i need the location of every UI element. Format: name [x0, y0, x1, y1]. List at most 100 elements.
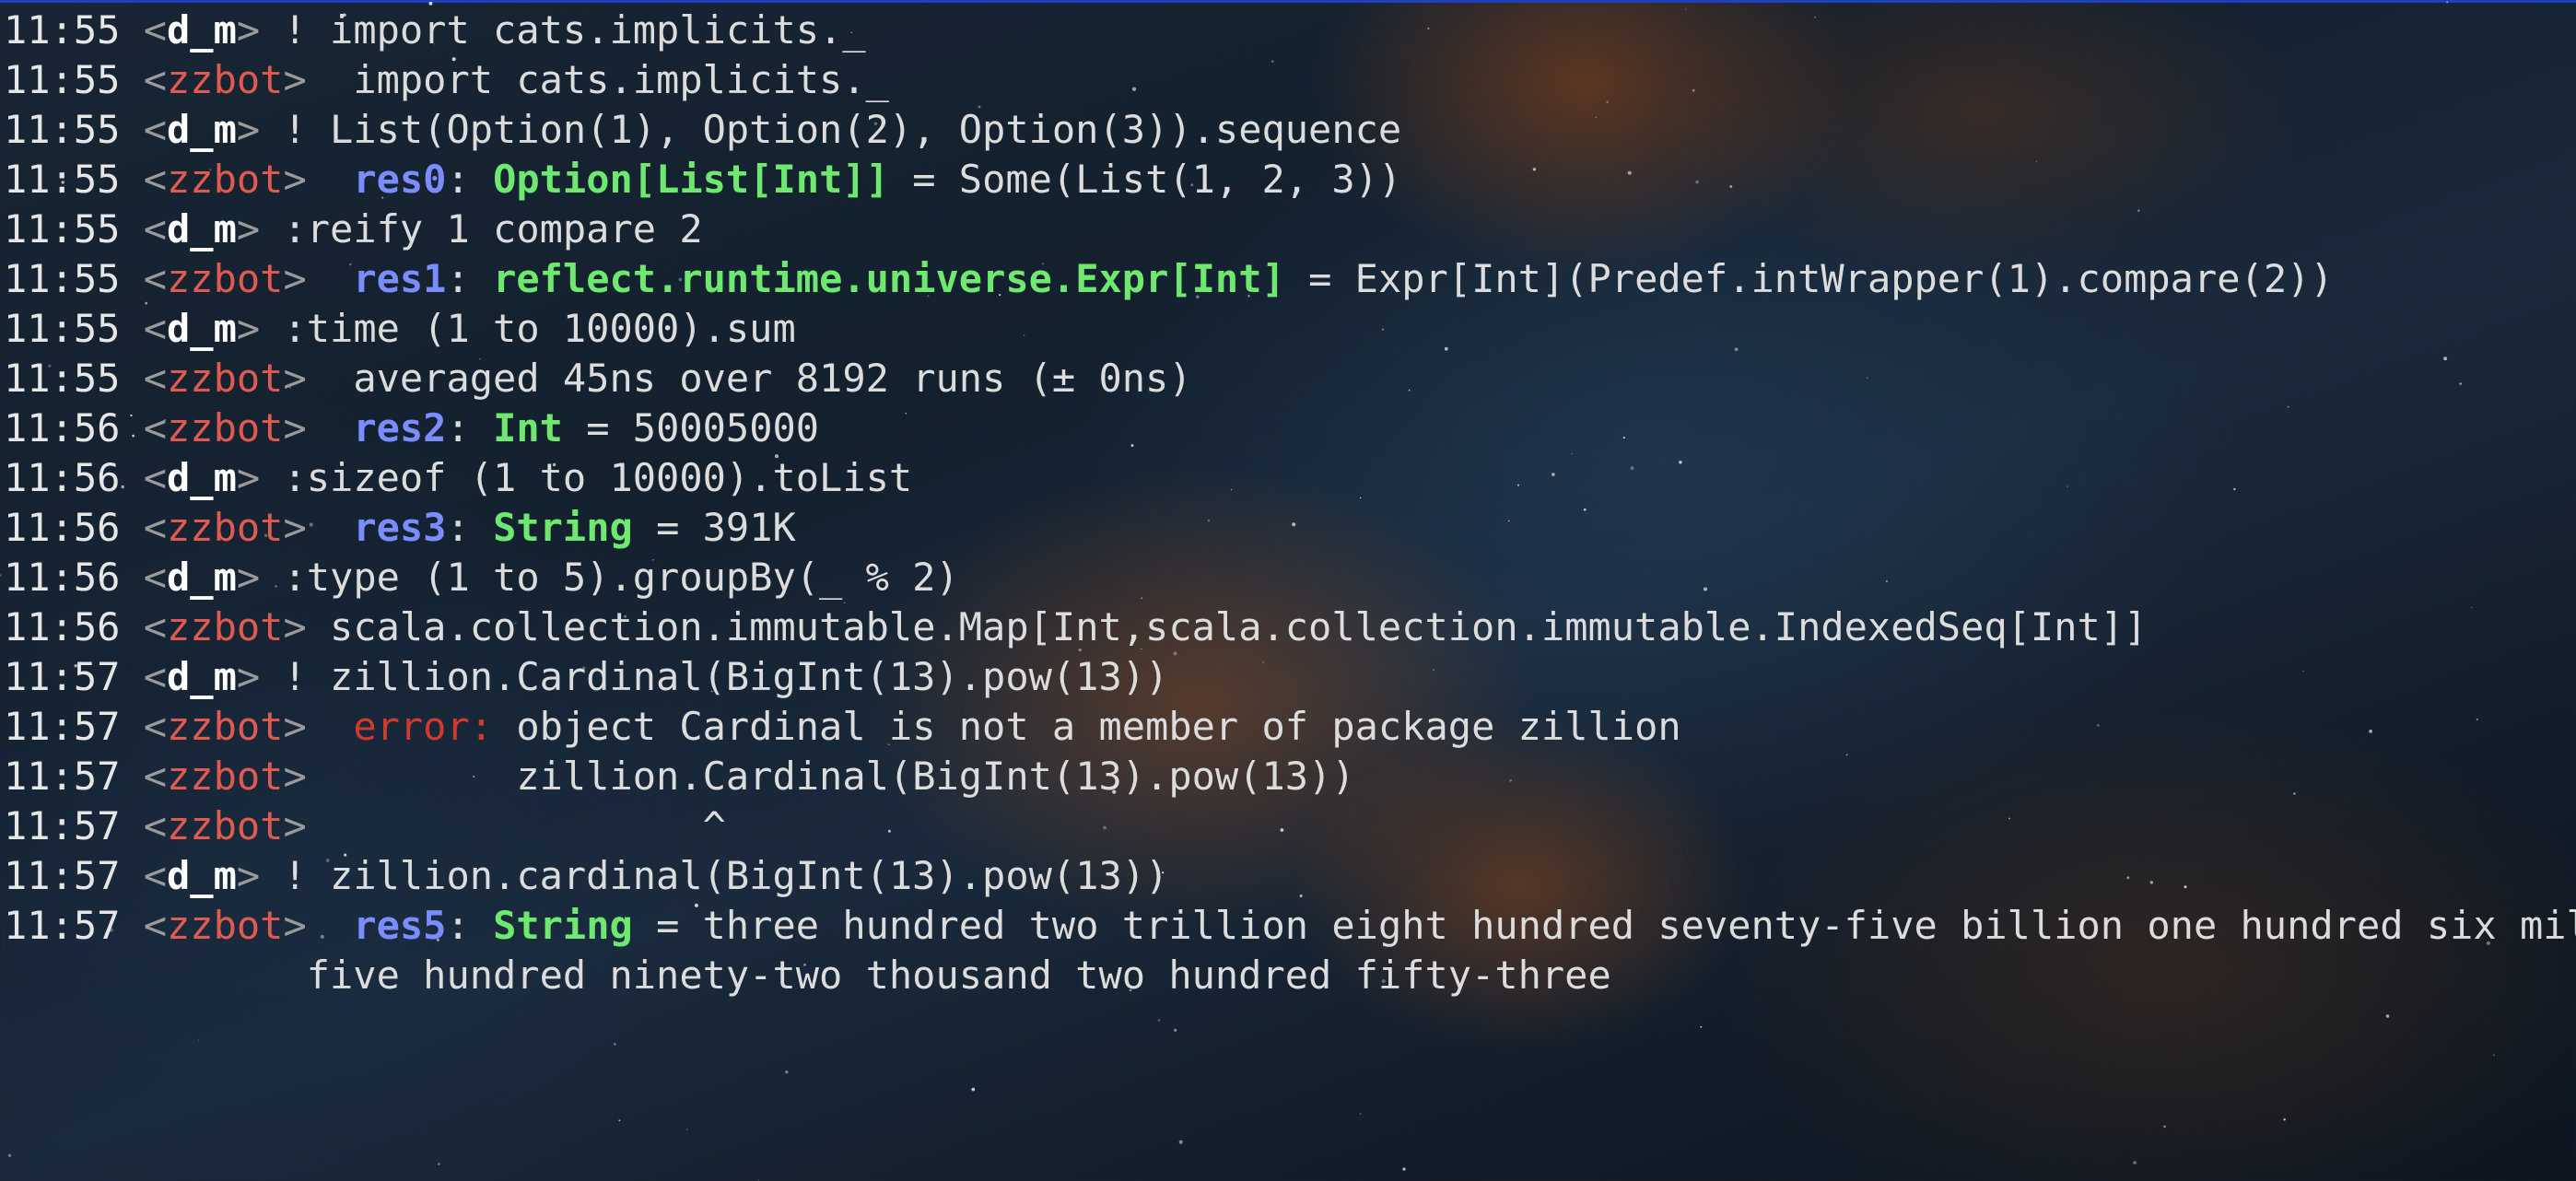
nick-open-bracket: <: [120, 654, 168, 699]
chat-line: 11:57 <d_m> ! zillion.cardinal(BigInt(13…: [4, 851, 2565, 901]
message-text: object Cardinal is not a member of packa…: [493, 704, 1681, 749]
star: [438, 1163, 440, 1165]
nick-bot: zzbot: [167, 704, 284, 749]
result-colon: :: [446, 903, 494, 948]
result-colon: :: [446, 405, 494, 450]
result-type: reflect.runtime.universe.Expr[Int]: [493, 256, 1285, 301]
star: [1402, 1167, 1406, 1171]
message-text: import cats.implicits._: [306, 57, 889, 102]
chat-line: 11:55 <zzbot> import cats.implicits._: [4, 55, 2565, 105]
message-text: zillion.Cardinal(BigInt(13).pow(13)): [306, 754, 1355, 799]
message-text: :time (1 to 10000).sum: [260, 306, 796, 351]
star: [971, 1087, 976, 1092]
star: [1157, 1019, 1161, 1022]
star: [7, 1153, 12, 1157]
nick-bot: zzbot: [167, 356, 284, 401]
star: [0, 574, 2, 577]
message-text: = Expr[Int](Predef.intWrapper(1).compare…: [1284, 256, 2334, 301]
timestamp: 11:56: [4, 604, 121, 649]
nick-bot: zzbot: [167, 803, 284, 848]
nick-user: d_m: [167, 555, 237, 600]
message-text: :sizeof (1 to 10000).toList: [260, 455, 913, 500]
timestamp: 11:56: [4, 455, 121, 500]
message-text: ! import cats.implicits._: [260, 7, 866, 53]
nick-close-bracket: >: [236, 455, 261, 500]
nick-open-bracket: <: [120, 7, 168, 53]
error-indent: [307, 704, 354, 749]
nick-bot: zzbot: [167, 157, 284, 202]
nick-close-bracket: >: [283, 505, 307, 550]
timestamp: 11:55: [4, 7, 121, 53]
chat-line: 11:55 <zzbot> res0: Option[List[Int]] = …: [4, 155, 2565, 205]
nick-open-bracket: <: [120, 903, 168, 948]
nick-close-bracket: >: [283, 903, 307, 948]
message-text: = 391K: [632, 505, 796, 550]
message-text: :type (1 to 5).groupBy(_ % 2): [260, 555, 959, 600]
result-name: res2: [353, 405, 447, 450]
timestamp: 11:55: [4, 157, 121, 202]
chat-log[interactable]: 11:55 <d_m> ! import cats.implicits._ 11:…: [4, 6, 2576, 1000]
timestamp: 11:55: [4, 256, 121, 301]
nick-close-bracket: >: [236, 853, 261, 898]
nick-bot: zzbot: [167, 903, 284, 948]
chat-line: 11:57 <zzbot> ^: [4, 801, 2565, 851]
timestamp: 11:55: [4, 57, 121, 102]
chat-line: 11:56 <d_m> :type (1 to 5).groupBy(_ % 2…: [4, 553, 2565, 602]
message-text: ! zillion.cardinal(BigInt(13).pow(13)): [260, 853, 1169, 898]
message-text: = three hundred two trillion eight hundr…: [632, 903, 2576, 948]
result-indent: [307, 256, 354, 301]
nick-close-bracket: >: [283, 157, 307, 202]
timestamp: 11:57: [4, 903, 121, 948]
chat-line: 11:55 <d_m> :reify 1 compare 2: [4, 205, 2565, 254]
timestamp: 11:57: [4, 654, 121, 699]
result-name: res5: [353, 903, 447, 948]
nick-open-bracket: <: [120, 107, 168, 152]
nick-open-bracket: <: [120, 206, 168, 251]
nick-close-bracket: >: [283, 704, 307, 749]
result-type: String: [493, 505, 633, 550]
nick-close-bracket: >: [283, 754, 307, 799]
star: [2446, 1, 2449, 4]
nick-close-bracket: >: [283, 803, 307, 848]
nick-user: d_m: [167, 654, 237, 699]
result-colon: :: [446, 505, 494, 550]
chat-line: 11:57 <zzbot> zillion.Cardinal(BigInt(13…: [4, 752, 2565, 801]
chat-line: 11:56 <zzbot> scala.collection.immutable…: [4, 602, 2565, 652]
nick-open-bracket: <: [120, 604, 168, 649]
star: [686, 1128, 688, 1130]
chat-line: 11:55 <zzbot> averaged 45ns over 8192 ru…: [4, 354, 2565, 403]
result-indent: [307, 157, 354, 202]
chat-line: 11:57 <zzbot> error: object Cardinal is …: [4, 702, 2565, 752]
nick-bot: zzbot: [167, 505, 284, 550]
nick-open-bracket: <: [120, 803, 168, 848]
nick-open-bracket: <: [120, 505, 168, 550]
nick-open-bracket: <: [120, 256, 168, 301]
chat-line: 11:56 <d_m> :sizeof (1 to 10000).toList: [4, 453, 2565, 503]
timestamp: 11:55: [4, 356, 121, 401]
result-name: res3: [353, 505, 447, 550]
timestamp: 11:55: [4, 306, 121, 351]
nick-user: d_m: [167, 7, 237, 53]
nick-close-bracket: >: [283, 604, 307, 649]
nick-close-bracket: >: [236, 7, 261, 53]
nick-open-bracket: <: [120, 555, 168, 600]
timestamp: 11:57: [4, 853, 121, 898]
nick-open-bracket: <: [120, 356, 168, 401]
star: [1359, 1113, 1362, 1115]
nick-close-bracket: >: [283, 57, 307, 102]
star: [1178, 1140, 1183, 1144]
result-indent: [307, 505, 354, 550]
nick-close-bracket: >: [236, 306, 261, 351]
star: [1174, 1028, 1177, 1032]
nick-bot: zzbot: [167, 405, 284, 450]
result-colon: :: [446, 256, 494, 301]
nick-close-bracket: >: [283, 356, 307, 401]
nick-open-bracket: <: [120, 57, 168, 102]
star: [1700, 1025, 1703, 1028]
result-type: String: [493, 903, 633, 948]
result-name: res1: [353, 256, 447, 301]
chat-line: 11:57 <d_m> ! zillion.Cardinal(BigInt(13…: [4, 652, 2565, 702]
message-text: = Some(List(1, 2, 3)): [888, 157, 1402, 202]
message-text: scala.collection.immutable.Map[Int,scala…: [306, 604, 2148, 649]
nick-user: d_m: [167, 206, 237, 251]
